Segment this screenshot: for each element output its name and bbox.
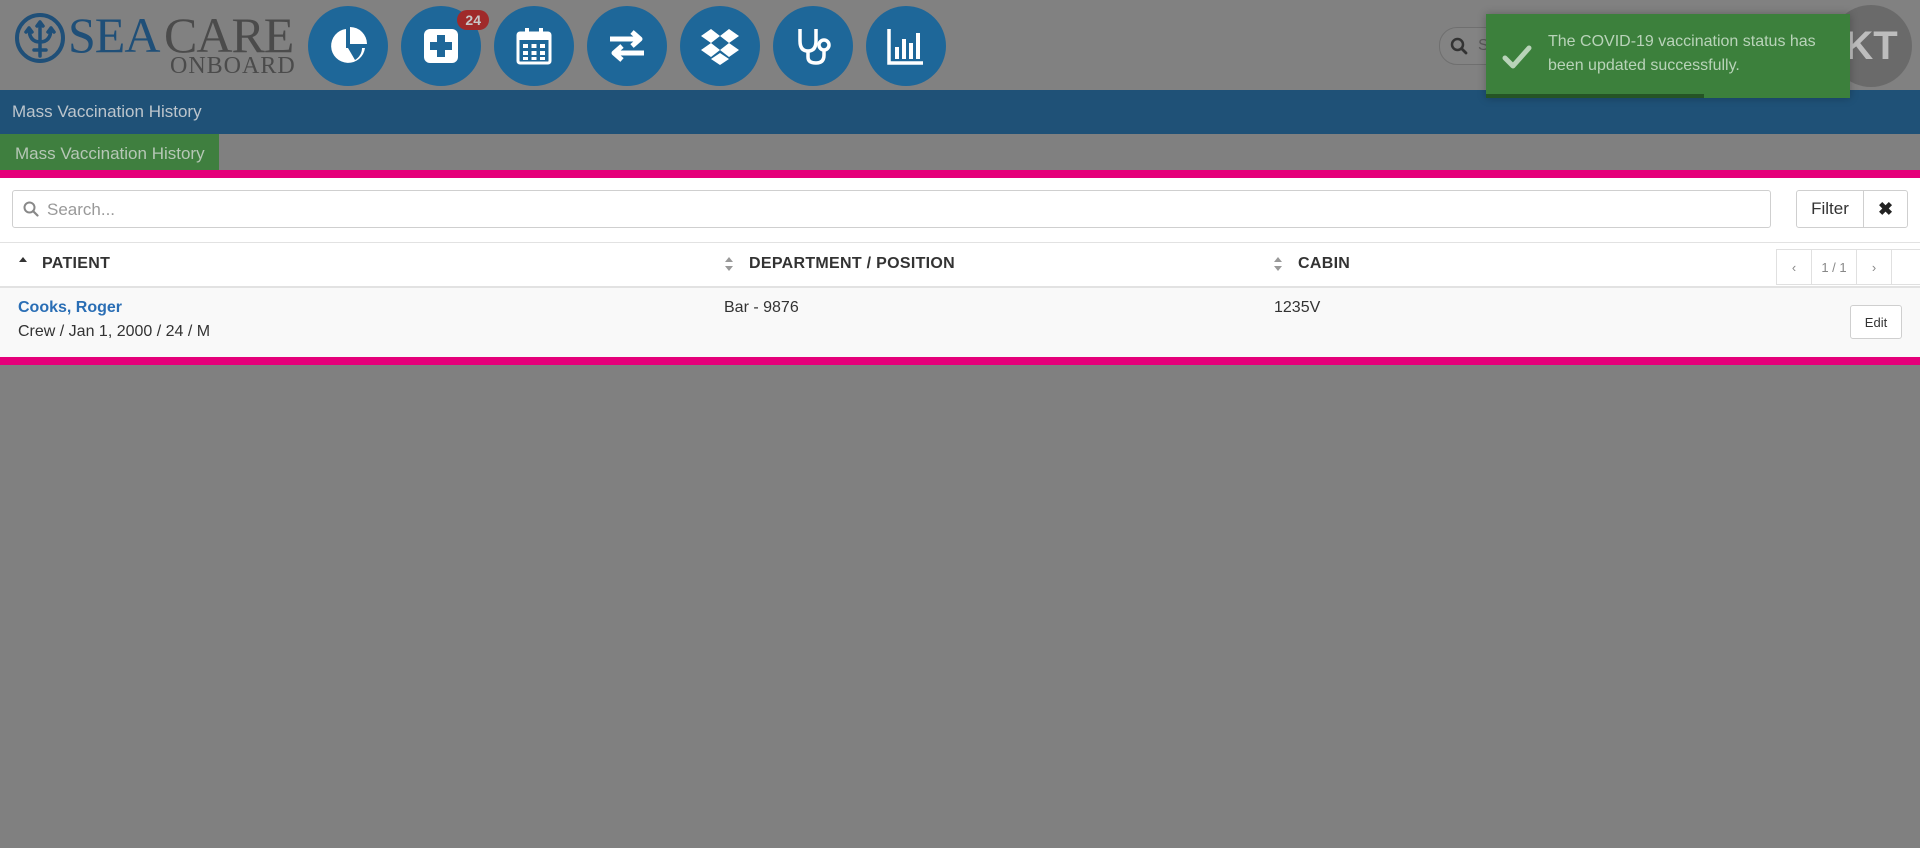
search-icon xyxy=(23,201,39,217)
nav-dropbox-button[interactable] xyxy=(680,6,760,86)
table-header: PATIENT DEPARTMENT / POSITION CABIN ‹ 1 … xyxy=(0,242,1920,288)
pie-chart-icon xyxy=(331,27,367,63)
nav-transfer-button[interactable] xyxy=(587,6,667,86)
nav-clinic-button[interactable] xyxy=(773,6,853,86)
nav-reports-button[interactable] xyxy=(866,6,946,86)
column-department[interactable]: DEPARTMENT / POSITION xyxy=(749,255,955,273)
nav-calendar-button[interactable] xyxy=(494,6,574,86)
search-field[interactable] xyxy=(12,190,1771,228)
edit-button[interactable]: Edit xyxy=(1850,305,1902,339)
notification-badge: 24 xyxy=(457,10,489,30)
column-patient[interactable]: PATIENT xyxy=(42,255,110,273)
toast-progress-bar xyxy=(1486,94,1705,98)
table-row: Cooks, Roger Crew / Jan 1, 2000 / 24 / M… xyxy=(0,288,1920,357)
department-value: Bar - 9876 xyxy=(724,299,799,316)
logo-onboard-text: ONBOARD xyxy=(170,53,296,79)
close-icon: ✖ xyxy=(1877,198,1894,219)
results-panel: Filter ✖ PATIENT DEPARTMENT / POSITION C… xyxy=(0,178,1920,357)
sort-asc-icon[interactable] xyxy=(18,255,28,273)
next-page-button[interactable]: › xyxy=(1856,249,1892,285)
previous-page-button[interactable]: ‹ xyxy=(1776,249,1812,285)
column-cabin[interactable]: CABIN xyxy=(1298,255,1350,273)
toast-message: The COVID-19 vaccination status has been… xyxy=(1548,33,1816,74)
sort-icon[interactable] xyxy=(724,255,734,273)
search-icon xyxy=(1450,37,1468,55)
cabin-value: 1235V xyxy=(1274,299,1321,316)
page-indicator: 1 / 1 xyxy=(1811,249,1857,285)
nav-medical-button[interactable]: 24 xyxy=(401,6,489,86)
pagination: ‹ 1 / 1 › xyxy=(1776,249,1920,285)
seacare-logo[interactable]: SEA CARE ONBOARD xyxy=(14,7,296,79)
bar-chart-icon xyxy=(887,29,923,65)
stethoscope-icon xyxy=(798,29,831,65)
checkmark-icon xyxy=(1502,45,1532,69)
dropbox-icon xyxy=(701,29,739,65)
trident-icon xyxy=(15,13,65,63)
highlighted-results-panel: Filter ✖ PATIENT DEPARTMENT / POSITION C… xyxy=(0,170,1920,365)
filter-button[interactable]: Filter xyxy=(1796,190,1864,228)
nav-dashboard-button[interactable] xyxy=(308,6,388,86)
plus-square-icon xyxy=(424,29,458,63)
clear-filter-button[interactable]: ✖ xyxy=(1863,190,1908,228)
tab-mass-vaccination-history[interactable]: Mass Vaccination History xyxy=(0,134,219,170)
patient-name-link[interactable]: Cooks, Roger xyxy=(18,299,122,317)
search-input[interactable] xyxy=(45,195,1749,225)
sort-icon[interactable] xyxy=(1273,255,1283,273)
exchange-icon xyxy=(610,30,644,62)
calendar-icon xyxy=(516,28,552,65)
patient-details: Crew / Jan 1, 2000 / 24 / M xyxy=(18,323,211,340)
logo-sea-text: SEA xyxy=(68,7,160,63)
pagination-spacer xyxy=(1891,249,1920,285)
success-toast[interactable]: The COVID-19 vaccination status has been… xyxy=(1486,14,1850,98)
